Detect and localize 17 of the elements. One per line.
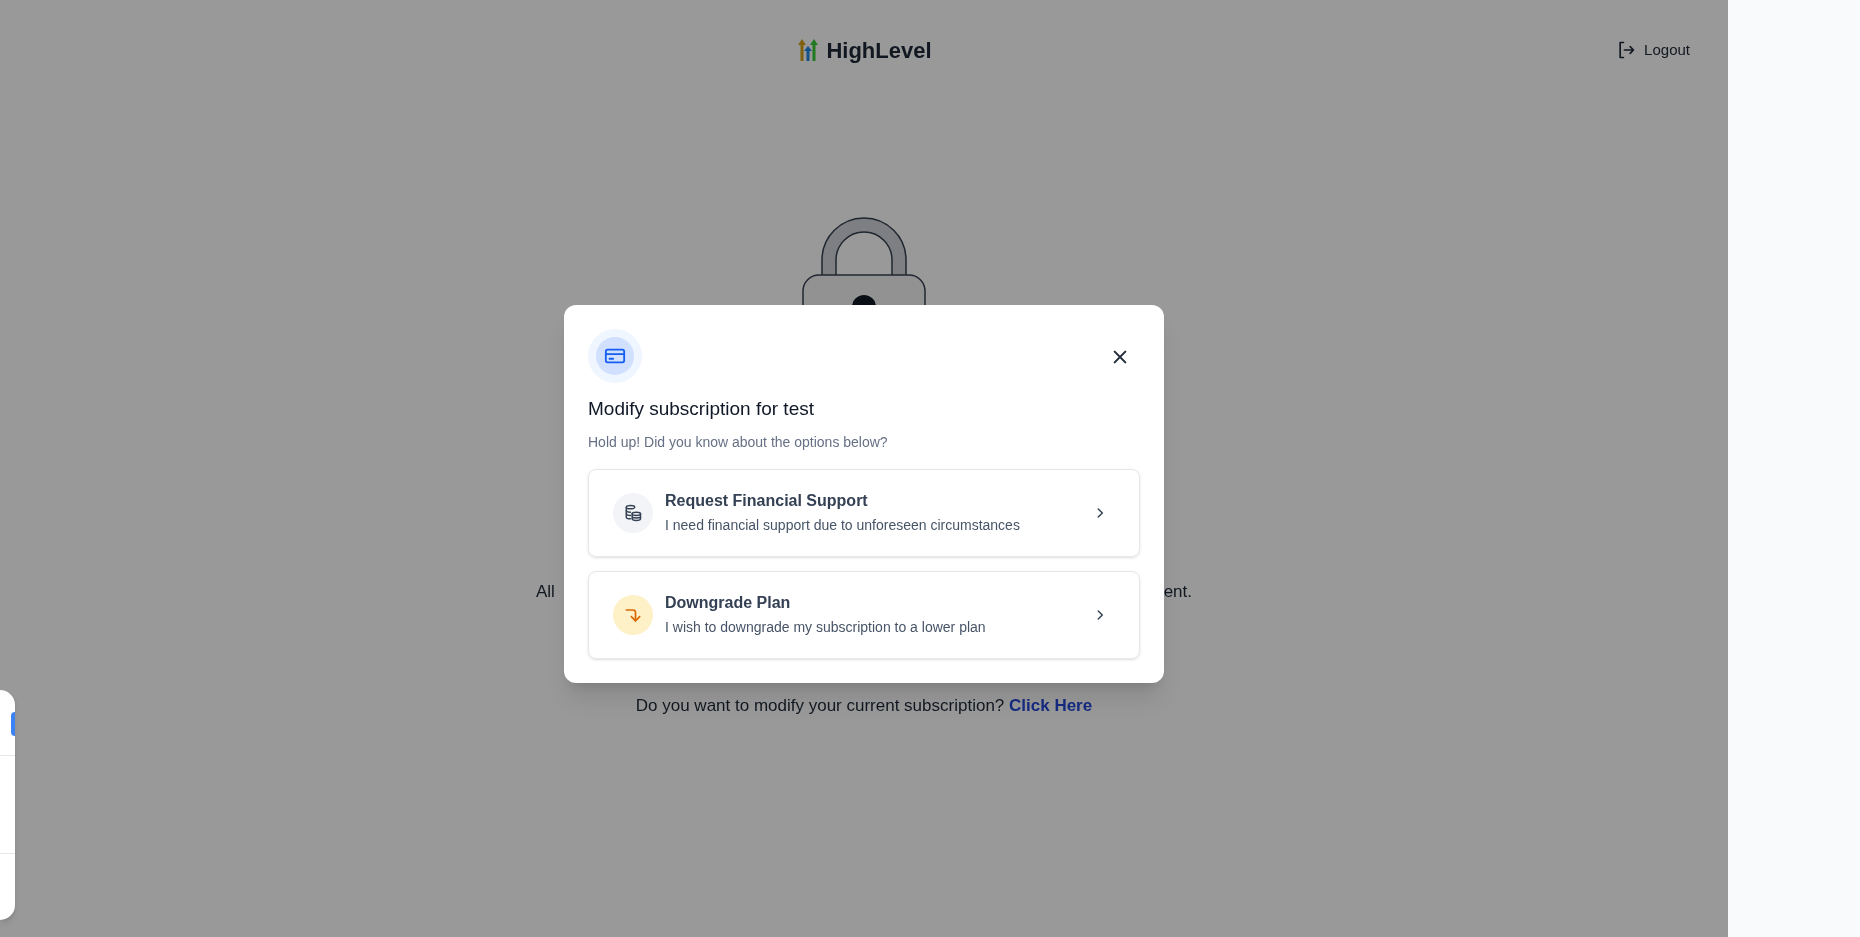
logout-icon bbox=[1616, 40, 1637, 60]
logout-button[interactable]: Logout bbox=[1616, 38, 1690, 62]
option-card[interactable]: Downgrade Plan I wish to downgrade my subscription to a lower plan bbox=[588, 570, 1140, 659]
logo-text: HighLevel bbox=[826, 36, 932, 65]
option-title: Downgrade Plan bbox=[665, 593, 792, 613]
modal-title: Modify subscription for test bbox=[588, 397, 815, 421]
modify-prompt: Do you want to modify your current subscription? Click Here bbox=[635, 694, 1093, 717]
option-description: I wish to downgrade my subscription to a lower plan bbox=[665, 618, 987, 637]
paragraph-end: ent. bbox=[1163, 581, 1192, 603]
option-card[interactable]: Request Financial Support I need financial support due to unforeseen circumstances bbox=[588, 468, 1140, 557]
option-description: I need financial support due to unforeseen circumstances bbox=[665, 516, 1021, 535]
close-icon bbox=[1112, 349, 1128, 365]
paragraph-start: All bbox=[536, 581, 555, 603]
coins-icon bbox=[613, 492, 653, 533]
modal-subtitle: Hold up! Did you know about the options below? bbox=[588, 432, 889, 452]
click-here-link[interactable]: Click Here bbox=[1009, 695, 1093, 715]
option-title: Request Financial Support bbox=[665, 491, 869, 511]
